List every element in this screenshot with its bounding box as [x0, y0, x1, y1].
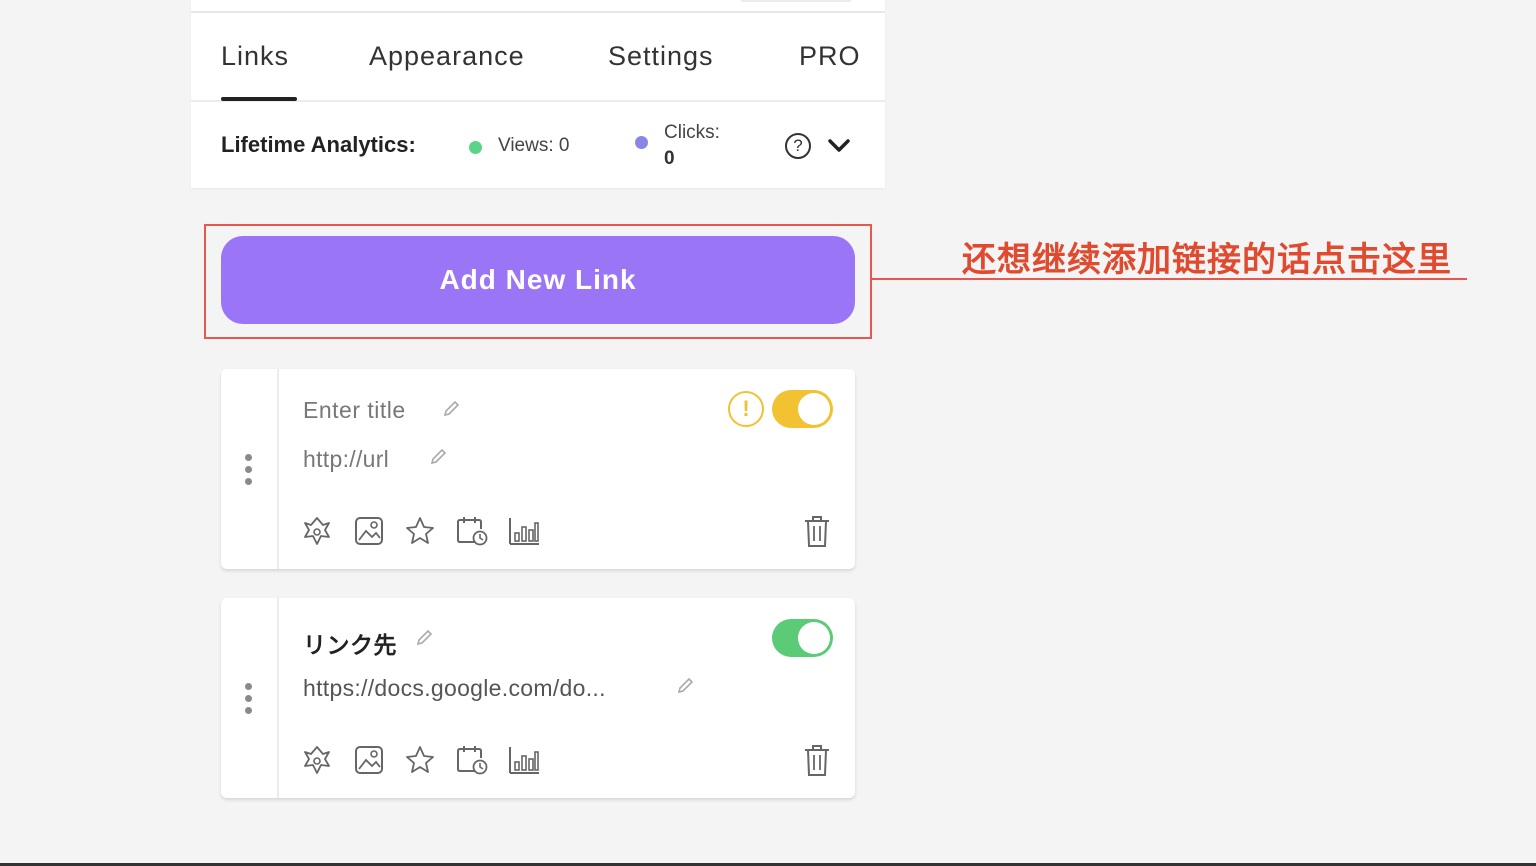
- views-dot: [469, 141, 482, 154]
- edit-title-pencil-icon[interactable]: [415, 629, 433, 647]
- link-card: Enter title http://url !: [221, 369, 855, 569]
- edit-url-pencil-icon[interactable]: [429, 448, 447, 466]
- link-card: リンク先 https://docs.google.com/do...: [221, 598, 855, 798]
- clicks-label: Clicks:: [664, 122, 720, 143]
- drag-dots-icon: [245, 683, 253, 719]
- chevron-down-icon[interactable]: [827, 138, 851, 154]
- tab-bar: Links Appearance Settings PRO: [191, 15, 885, 102]
- thumbnail-icon[interactable]: [301, 515, 333, 547]
- tab-links[interactable]: Links: [221, 41, 289, 72]
- clicks-count: 0: [664, 148, 675, 169]
- annotation-text: 还想继续添加链接的话点击这里: [962, 241, 1452, 279]
- help-icon[interactable]: ?: [785, 133, 811, 159]
- drag-handle[interactable]: [221, 598, 279, 798]
- image-icon[interactable]: [353, 744, 385, 776]
- star-icon[interactable]: [404, 515, 436, 547]
- star-icon[interactable]: [404, 744, 436, 776]
- trash-icon[interactable]: [803, 515, 831, 549]
- schedule-icon[interactable]: [455, 515, 489, 547]
- link-title[interactable]: Enter title: [303, 397, 406, 424]
- clicks-dot: [635, 136, 648, 149]
- tab-appearance[interactable]: Appearance: [369, 41, 525, 72]
- top-strip-tab: [741, 0, 851, 2]
- thumbnail-icon[interactable]: [301, 744, 333, 776]
- link-enabled-toggle[interactable]: [772, 619, 833, 657]
- toggle-knob: [798, 622, 830, 654]
- views-count: Views: 0: [498, 135, 570, 156]
- active-tab-indicator: [221, 97, 297, 101]
- toggle-knob: [798, 393, 830, 425]
- drag-handle[interactable]: [221, 369, 279, 569]
- analytics-bar-icon[interactable]: [507, 515, 541, 547]
- trash-icon[interactable]: [803, 744, 831, 778]
- analytics-label: Lifetime Analytics:: [221, 132, 416, 157]
- editor-header: Links Appearance Settings PRO Lifetime A…: [191, 0, 885, 188]
- edit-url-pencil-icon[interactable]: [676, 677, 694, 695]
- link-url[interactable]: https://docs.google.com/do...: [303, 675, 606, 702]
- image-icon[interactable]: [353, 515, 385, 547]
- lifetime-analytics-bar: Lifetime Analytics: Views: 0 Clicks: 0 ?: [191, 102, 885, 188]
- annotation-highlight-box: [204, 224, 872, 339]
- edit-title-pencil-icon[interactable]: [442, 400, 460, 418]
- tab-settings[interactable]: Settings: [608, 41, 714, 72]
- analytics-bar-icon[interactable]: [507, 744, 541, 776]
- top-strip: [191, 0, 885, 13]
- link-title[interactable]: リンク先: [303, 626, 397, 660]
- link-enabled-toggle[interactable]: [772, 390, 833, 428]
- schedule-icon[interactable]: [455, 744, 489, 776]
- link-url[interactable]: http://url: [303, 446, 389, 473]
- tab-pro[interactable]: PRO: [799, 41, 861, 72]
- warning-icon: !: [728, 391, 764, 427]
- drag-dots-icon: [245, 454, 253, 490]
